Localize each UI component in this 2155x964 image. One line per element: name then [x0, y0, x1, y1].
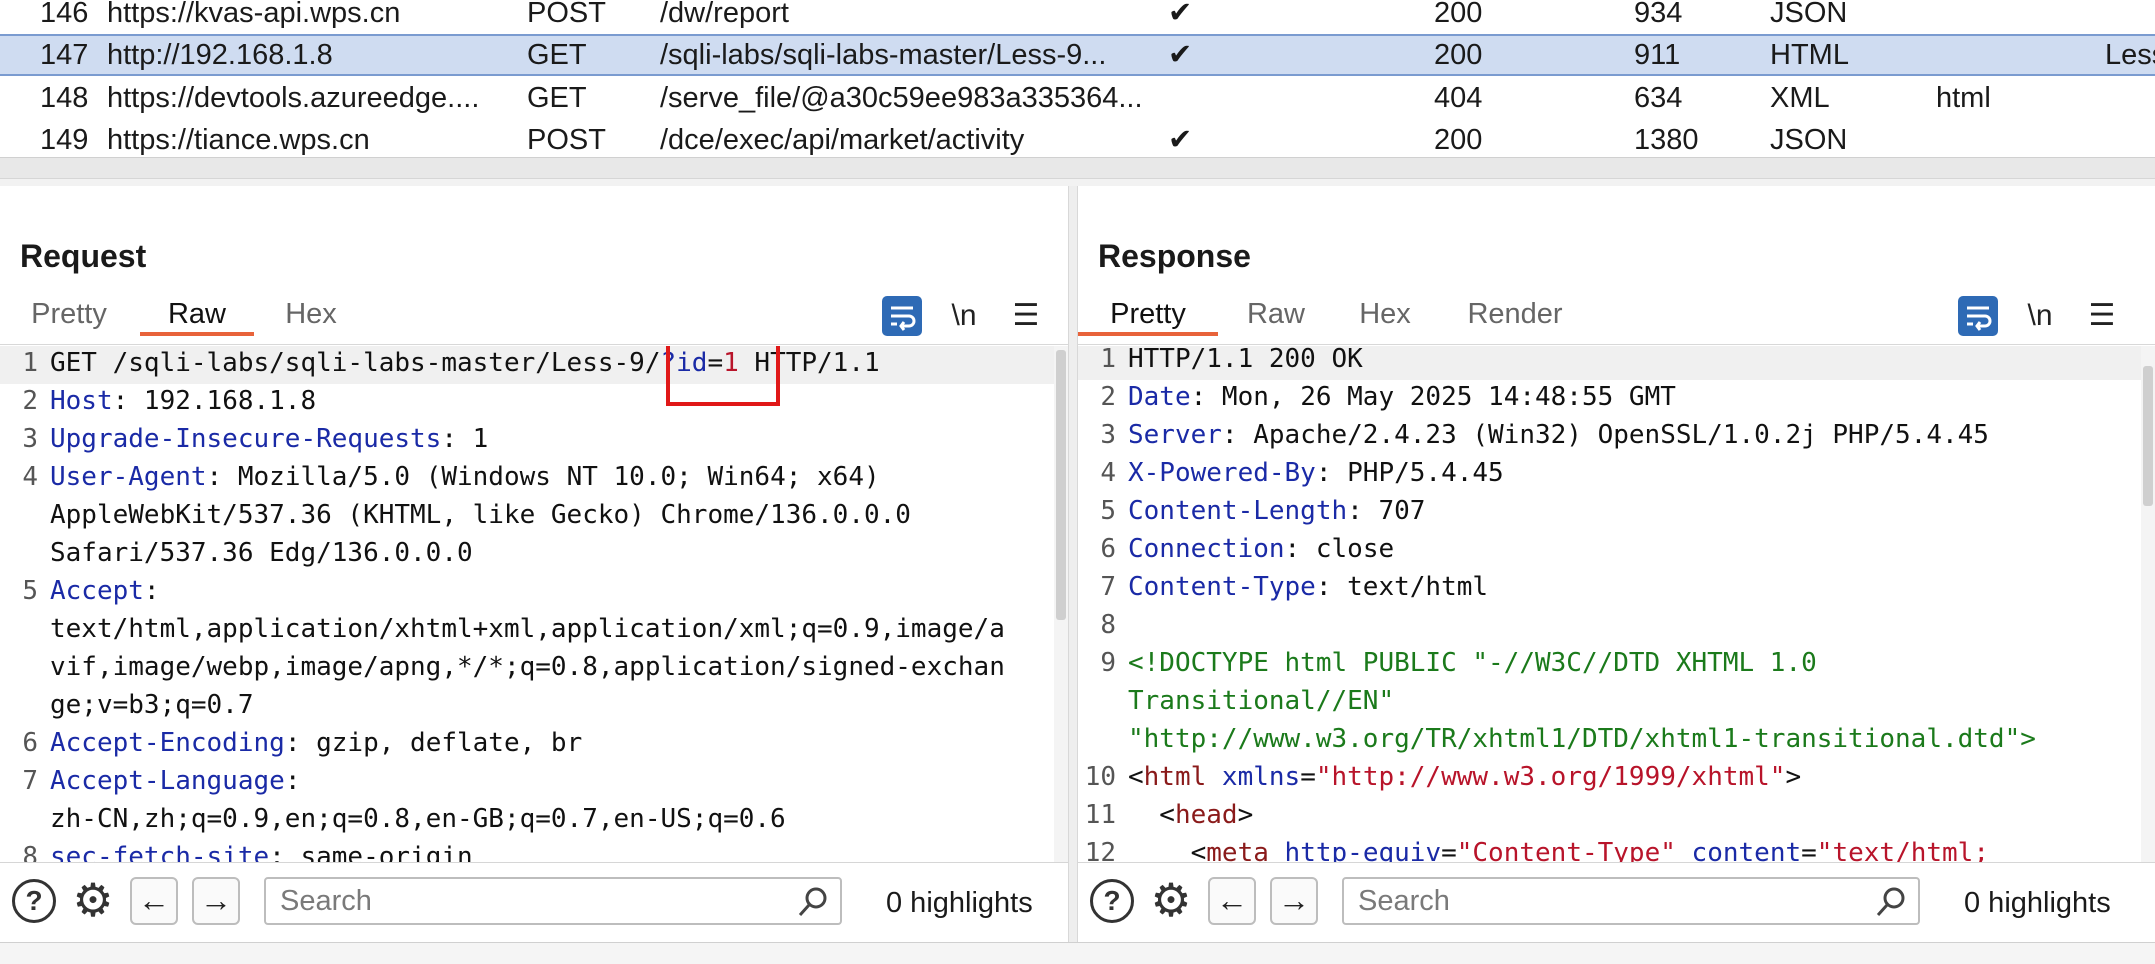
gear-icon[interactable]: ⚙: [68, 875, 118, 925]
tab-pretty[interactable]: Pretty: [1078, 296, 1218, 336]
row-number: 147: [40, 39, 89, 71]
next-match-button[interactable]: →: [1270, 877, 1318, 925]
row-status: 404: [1434, 82, 1483, 114]
highlights-count: 0 highlights: [1964, 887, 2111, 919]
row-number: 146: [40, 0, 89, 29]
tab-raw[interactable]: Raw: [140, 296, 254, 336]
row-status: 200: [1434, 124, 1483, 156]
row-url: /serve_file/@a30c59ee983a335364...: [660, 82, 1143, 114]
head-tag-line: <head>: [1128, 800, 1254, 830]
row-url: /sqli-labs/sqli-labs-master/Less-9...: [660, 39, 1107, 71]
search-icon: [798, 887, 827, 917]
panel-divider[interactable]: [1068, 186, 1078, 942]
row-mime: JSON: [1770, 0, 1848, 29]
row-status: 200: [1434, 0, 1483, 29]
table-row[interactable]: 146 https://kvas-api.wps.cn POST /dw/rep…: [0, 0, 2155, 34]
row-title: Less: [2105, 39, 2155, 71]
request-search-bar: ? ⚙ ← → 0 highlights: [0, 862, 1068, 943]
header-line: Connection: close: [1128, 534, 1395, 564]
response-editor[interactable]: 1 HTTP/1.1 200 OK 2 Date: Mon, 26 May 20…: [1078, 346, 2141, 862]
next-match-button[interactable]: →: [192, 877, 240, 925]
highlight-annotation-box: [666, 346, 780, 406]
row-number: 149: [40, 124, 89, 156]
table-row[interactable]: 148 https://devtools.azureedge.... GET /…: [0, 77, 2155, 119]
menu-icon[interactable]: ☰: [2082, 296, 2122, 336]
response-title: Response: [1098, 238, 1251, 274]
params-check-icon: ✔: [1168, 0, 1193, 29]
tab-pretty[interactable]: Pretty: [14, 296, 124, 336]
request-panel: Request Pretty Raw Hex \n ☰ 1 GET /sqli-…: [0, 186, 1068, 943]
table-row-selected[interactable]: 147 http://192.168.1.8 GET /sqli-labs/sq…: [0, 34, 2155, 76]
doctype-line: <!DOCTYPE html PUBLIC "-//W3C//DTD XHTML…: [1128, 648, 1817, 678]
search-input[interactable]: [1342, 877, 1920, 925]
request-scrollbar[interactable]: [1054, 346, 1068, 862]
header-line: User-Agent: Mozilla/5.0 (Windows NT 10.0…: [50, 462, 880, 492]
header-line: Server: Apache/2.4.23 (Win32) OpenSSL/1.…: [1128, 420, 1989, 450]
word-wrap-button[interactable]: [1958, 296, 1998, 336]
row-url: /dce/exec/api/market/activity: [660, 124, 1025, 156]
show-newlines-button[interactable]: \n: [944, 296, 984, 336]
previous-match-button[interactable]: ←: [130, 877, 178, 925]
html-tag-line: <html xmlns="http://www.w3.org/1999/xhtm…: [1128, 762, 1802, 792]
row-host: http://192.168.1.8: [107, 39, 333, 71]
search-icon: [1876, 887, 1905, 917]
previous-match-button[interactable]: ←: [1208, 877, 1256, 925]
highlights-count: 0 highlights: [886, 887, 1033, 919]
tab-hex[interactable]: Hex: [266, 296, 356, 336]
row-status: 200: [1434, 39, 1483, 71]
show-newlines-button[interactable]: \n: [2020, 296, 2060, 336]
wrap-icon: [891, 306, 916, 331]
help-icon[interactable]: ?: [1090, 879, 1134, 923]
meta-tag-line: <meta http-equiv="Content-Type" content=…: [1128, 838, 1989, 862]
header-line: sec-fetch-site: same-origin: [50, 842, 473, 862]
search-input[interactable]: [264, 877, 842, 925]
header-line: Accept-Encoding: gzip, deflate, br: [50, 728, 583, 758]
request-title: Request: [20, 238, 147, 274]
header-line: Date: Mon, 26 May 2025 14:48:55 GMT: [1128, 382, 1676, 412]
table-row[interactable]: 149 https://tiance.wps.cn POST /dce/exec…: [0, 119, 2155, 161]
header-line: Content-Type: text/html: [1128, 572, 1489, 602]
row-method: GET: [527, 82, 587, 114]
row-host: https://tiance.wps.cn: [107, 124, 370, 156]
row-method: POST: [527, 0, 606, 29]
response-panel: Response Pretty Raw Hex Render \n ☰ 1 HT…: [1078, 186, 2155, 943]
word-wrap-button[interactable]: [882, 296, 922, 336]
header-line: X-Powered-By: PHP/5.4.45: [1128, 458, 1504, 488]
gear-icon[interactable]: ⚙: [1146, 875, 1196, 925]
tab-raw[interactable]: Raw: [1234, 296, 1318, 336]
wrap-icon: [1967, 306, 1992, 331]
header-line: Upgrade-Insecure-Requests: 1: [50, 424, 489, 454]
params-check-icon: ✔: [1168, 124, 1193, 156]
row-host: https://kvas-api.wps.cn: [107, 0, 401, 29]
params-check-icon: ✔: [1168, 39, 1193, 71]
bottom-toolbar-strip: [0, 942, 2155, 964]
help-icon[interactable]: ?: [12, 879, 56, 923]
request-editor[interactable]: 1 GET /sqli-labs/sqli-labs-master/Less-9…: [0, 346, 1054, 862]
row-mime: JSON: [1770, 124, 1848, 156]
row-host: https://devtools.azureedge....: [107, 82, 480, 114]
tab-render[interactable]: Render: [1460, 296, 1570, 336]
header-line: Accept:: [50, 576, 160, 606]
response-search-bar: ? ⚙ ← → 0 highlights: [1078, 862, 2155, 943]
header-line: Accept-Language:: [50, 766, 301, 796]
row-length: 1380: [1634, 124, 1699, 156]
row-method: GET: [527, 39, 587, 71]
response-scrollbar[interactable]: [2141, 346, 2155, 862]
row-length: 911: [1634, 39, 1681, 71]
row-method: POST: [527, 124, 606, 156]
row-length: 934: [1634, 0, 1683, 29]
row-number: 148: [40, 82, 89, 114]
menu-icon[interactable]: ☰: [1006, 296, 1046, 336]
row-mime: HTML: [1770, 39, 1849, 71]
history-horizontal-scrollbar[interactable]: [0, 157, 2155, 179]
row-url: /dw/report: [660, 0, 789, 29]
header-line: Host: 192.168.1.8: [50, 386, 317, 416]
proxy-history-table: 146 https://kvas-api.wps.cn POST /dw/rep…: [0, 0, 2155, 179]
row-extension: html: [1936, 82, 1991, 114]
tab-hex[interactable]: Hex: [1350, 296, 1420, 336]
header-line: Content-Length: 707: [1128, 496, 1426, 526]
row-length: 634: [1634, 82, 1683, 114]
row-mime: XML: [1770, 82, 1830, 114]
status-line: HTTP/1.1 200 OK: [1128, 346, 1363, 374]
